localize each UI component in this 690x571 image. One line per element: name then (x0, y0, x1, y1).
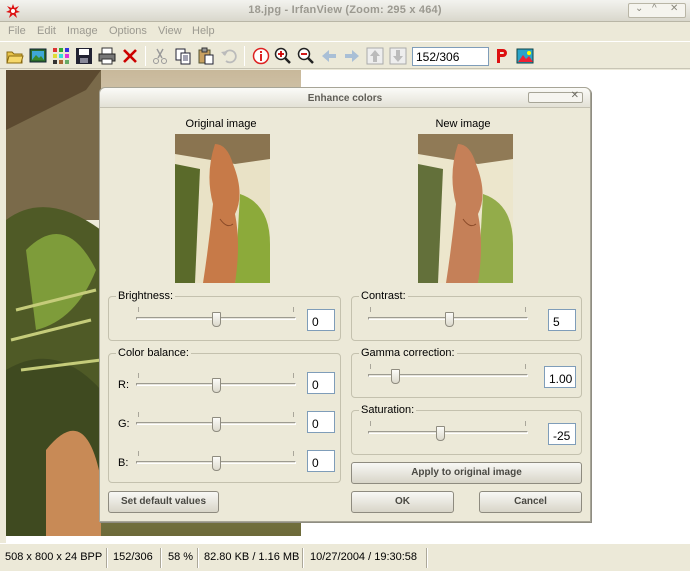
red-slider[interactable] (136, 373, 296, 395)
green-slider[interactable] (136, 412, 296, 434)
apply-to-original-button[interactable]: Apply to original image (351, 462, 582, 484)
brightness-slider[interactable] (136, 307, 296, 329)
info-icon[interactable] (252, 47, 270, 65)
new-image-label: New image (435, 118, 491, 130)
window-controls[interactable]: ⌄ ^ ✕ (628, 3, 686, 18)
zoom-out-icon[interactable] (297, 47, 315, 65)
slider-thumb[interactable] (212, 417, 221, 432)
gamma-correction-group: Gamma correction: (351, 347, 582, 398)
menu-image[interactable]: Image (67, 25, 98, 37)
brightness-group: Brightness: (108, 290, 341, 341)
open-folder-icon[interactable] (6, 47, 24, 65)
contrast-slider[interactable] (368, 307, 528, 329)
copy-icon[interactable] (174, 47, 192, 65)
last-page-icon[interactable] (389, 47, 407, 65)
print-icon[interactable] (98, 47, 116, 65)
status-size: 82.80 KB / 1.16 MB (204, 551, 300, 563)
edit-image-icon[interactable] (516, 47, 534, 65)
status-separator (426, 548, 428, 568)
status-dimensions: 508 x 800 x 24 BPP (5, 551, 103, 563)
blue-label: B: (118, 457, 129, 469)
saturation-label: Saturation: (359, 404, 417, 416)
cancel-button[interactable]: Cancel (479, 491, 582, 513)
page-number-field[interactable] (412, 47, 489, 66)
contrast-label: Contrast: (359, 290, 408, 302)
prev-arrow-icon[interactable] (320, 47, 338, 65)
first-page-icon[interactable] (366, 47, 384, 65)
set-default-values-button[interactable]: Set default values (108, 491, 219, 513)
status-zoom: 58 % (168, 551, 194, 563)
ok-button[interactable]: OK (351, 491, 454, 513)
brightness-label: Brightness: (116, 290, 176, 302)
save-icon[interactable] (75, 47, 93, 65)
maximize-button[interactable]: ^ (652, 3, 657, 14)
saturation-slider[interactable] (368, 421, 528, 443)
window-title: 18.jpg - IrfanView (Zoom: 295 x 464) (248, 4, 442, 16)
dialog-close-button[interactable]: ✕ (528, 90, 583, 103)
thumbnails-icon[interactable] (52, 47, 70, 65)
blue-value[interactable] (307, 450, 335, 472)
slider-thumb[interactable] (212, 312, 221, 327)
status-separator (106, 548, 108, 568)
enhance-colors-dialog: Enhance colors ✕ Original image New imag… (99, 87, 591, 522)
status-separator (160, 548, 162, 568)
menu-help[interactable]: Help (192, 25, 215, 37)
red-value[interactable] (307, 372, 335, 394)
slider-thumb[interactable] (391, 369, 400, 384)
original-image-preview (175, 134, 270, 283)
slider-thumb[interactable] (445, 312, 454, 327)
zoom-in-icon[interactable] (274, 47, 292, 65)
cut-icon[interactable] (151, 47, 169, 65)
green-label: G: (118, 418, 130, 430)
gamma-correction-label: Gamma correction: (359, 347, 457, 359)
original-image-label: Original image (185, 118, 257, 130)
slider-thumb[interactable] (212, 456, 221, 471)
color-balance-label: Color balance: (116, 347, 191, 359)
minimize-button[interactable]: ⌄ (635, 3, 643, 14)
gamma-value[interactable] (544, 366, 576, 388)
red-label: R: (118, 379, 129, 391)
undo-icon[interactable] (220, 47, 238, 65)
saturation-group: Saturation: (351, 404, 582, 455)
toolbar-separator (244, 46, 245, 66)
status-separator (197, 548, 199, 568)
next-arrow-icon[interactable] (343, 47, 361, 65)
paint-icon[interactable] (493, 47, 511, 65)
menu-options[interactable]: Options (109, 25, 147, 37)
blue-slider[interactable] (136, 451, 296, 473)
paste-icon[interactable] (197, 47, 215, 65)
close-button[interactable]: ✕ (670, 3, 678, 14)
saturation-value[interactable] (548, 423, 576, 445)
status-bar: 508 x 800 x 24 BPP 152/306 58 % 82.80 KB… (0, 543, 690, 571)
slider-thumb[interactable] (212, 378, 221, 393)
toolbar (0, 41, 690, 69)
toolbar-separator (145, 46, 146, 66)
slideshow-icon[interactable] (29, 47, 47, 65)
slider-thumb[interactable] (436, 426, 445, 441)
contrast-value[interactable] (548, 309, 576, 331)
contrast-group: Contrast: (351, 290, 582, 341)
new-image-preview (418, 134, 513, 283)
menu-file[interactable]: File (8, 25, 26, 37)
status-datetime: 10/27/2004 / 19:30:58 (310, 551, 418, 563)
dialog-titlebar: Enhance colors ✕ (100, 88, 590, 108)
dialog-title: Enhance colors (307, 93, 383, 104)
window-titlebar: 18.jpg - IrfanView (Zoom: 295 x 464) ⌄ ^… (0, 0, 690, 22)
color-balance-group: Color balance: R: G: B: (108, 347, 341, 483)
status-separator (302, 548, 304, 568)
menubar: File Edit Image Options View Help (0, 22, 690, 41)
gamma-slider[interactable] (368, 364, 528, 386)
green-value[interactable] (307, 411, 335, 433)
menu-edit[interactable]: Edit (37, 25, 56, 37)
close-icon[interactable]: ✕ (571, 90, 579, 101)
brightness-value[interactable] (307, 309, 335, 331)
menu-view[interactable]: View (158, 25, 182, 37)
delete-icon[interactable] (121, 47, 139, 65)
status-index: 152/306 (113, 551, 153, 563)
